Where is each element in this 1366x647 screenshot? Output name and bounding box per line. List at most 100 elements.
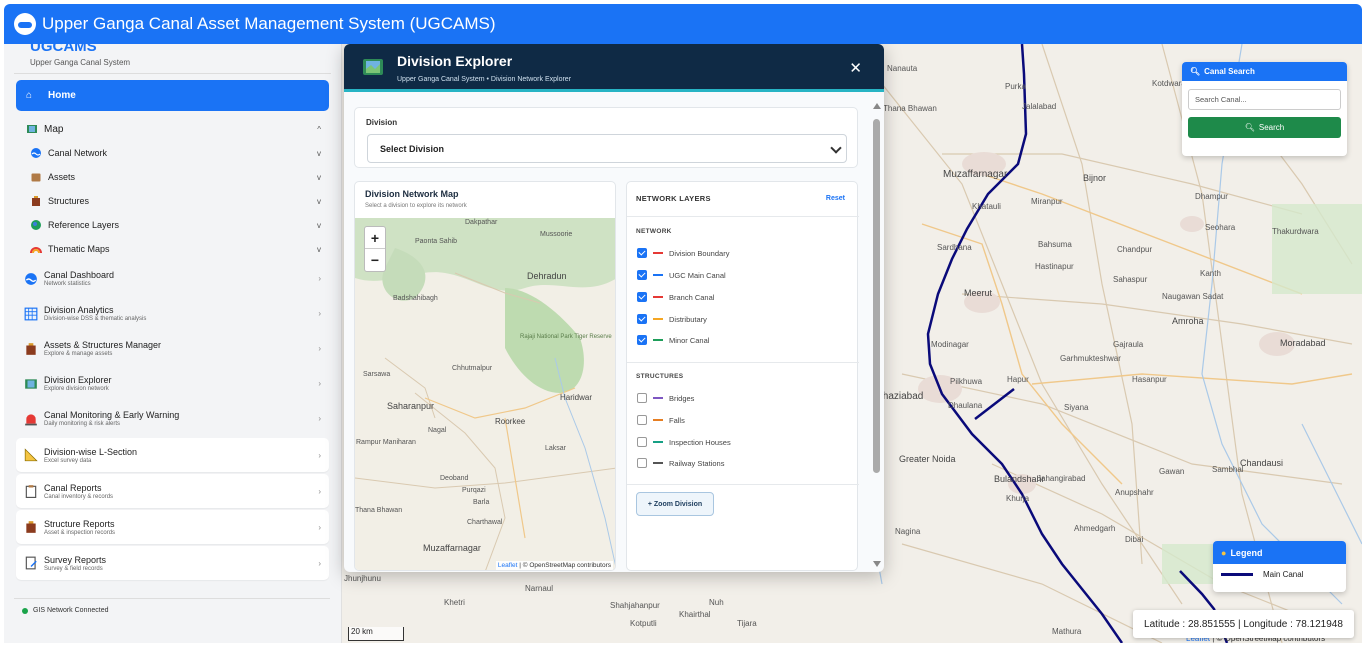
map-place-label: Sardhana — [937, 243, 972, 252]
division-select[interactable]: Select Division — [367, 134, 847, 163]
checkbox[interactable] — [637, 415, 647, 425]
checkbox[interactable] — [637, 393, 647, 403]
checkbox[interactable] — [637, 270, 647, 280]
sidebar: UGCAMS Upper Ganga Canal System ⌂ Home M… — [4, 38, 342, 643]
modal-title: Division Explorer — [397, 53, 513, 69]
layer-ugc-main-canal[interactable]: UGC Main Canal — [637, 269, 726, 281]
chevron-down-icon — [830, 142, 842, 154]
map-place-label: Garhmukteshwar — [1060, 354, 1121, 363]
nav-subtitle: Network statistics — [44, 281, 91, 287]
sidebar-item-structures[interactable]: Structures v — [16, 189, 329, 213]
checkbox[interactable] — [637, 292, 647, 302]
sidebar-item-home[interactable]: ⌂ Home — [16, 80, 329, 111]
map-place-label: Dhaulana — [948, 401, 983, 410]
grid-chart-icon — [24, 307, 38, 320]
mini-place-label: Charthawal — [467, 519, 503, 526]
layer-division-boundary[interactable]: Division Boundary — [637, 247, 729, 259]
zoom-out-button[interactable]: − — [365, 249, 385, 271]
mini-place-label: Haridwar — [560, 393, 592, 402]
close-button[interactable]: ✕ — [849, 59, 862, 77]
sidebar-item-assets-structures-manager[interactable]: Assets & Structures Manager Explore & man… — [16, 331, 329, 366]
map-place-label: Siyana — [1064, 403, 1089, 412]
sidebar-item-canal-network[interactable]: Canal Network v — [16, 141, 329, 165]
checkbox[interactable] — [637, 437, 647, 447]
map-place-label: Nagina — [895, 527, 921, 536]
mini-place-label: Chhutmalpur — [452, 365, 493, 372]
sidebar-card-canal-reports[interactable]: Canal Reports Canal inventory & records › — [16, 474, 329, 508]
sidebar-item-canal-dashboard[interactable]: Canal Dashboard Network statistics › — [16, 261, 329, 296]
map-place-label: Khatauli — [972, 202, 1001, 211]
map-place-label: Modinagar — [931, 340, 969, 349]
canal-search-input[interactable]: Search Canal... — [1188, 89, 1341, 110]
layer-falls[interactable]: Falls — [637, 414, 685, 426]
mini-place-label: Rajaji National Park Tiger Reserve — [520, 334, 612, 340]
division-mini-map[interactable]: Dakpathar Mussoorie Paonta Sahib Dehradu… — [355, 218, 615, 570]
chevron-down-icon: v — [317, 244, 321, 254]
map-place-label: Miranpur — [1031, 197, 1063, 206]
sidebar-item-reference-layers[interactable]: Reference Layers v — [16, 213, 329, 237]
checkbox[interactable] — [637, 314, 647, 324]
map-place-label: Mathura — [1052, 627, 1082, 636]
layer-label: Division Boundary — [669, 248, 730, 258]
sidebar-item-label: Reference Layers — [48, 220, 120, 230]
scroll-thumb[interactable] — [873, 119, 880, 473]
zoom-division-button[interactable]: + Zoom Division — [636, 492, 714, 516]
scroll-down-icon[interactable] — [873, 561, 881, 567]
map-place-label: Jhunjhunu — [344, 574, 381, 583]
checkbox[interactable] — [637, 458, 647, 468]
sidebar-item-division-analytics[interactable]: Division Analytics Division-wise DSS & th… — [16, 296, 329, 331]
sidebar-card-structure-reports[interactable]: Structure Reports Asset & inspection reco… — [16, 510, 329, 544]
network-layers-panel: NETWORK LAYERS Reset NETWORK Division Bo… — [626, 181, 859, 571]
layer-inspection-houses[interactable]: Inspection Houses — [637, 436, 731, 448]
chevron-up-icon: ^ — [317, 124, 321, 134]
map-place-label: Amroha — [1172, 316, 1204, 326]
mini-place-label: Purqazi — [462, 487, 486, 494]
checkbox[interactable] — [637, 248, 647, 258]
divider — [627, 484, 859, 485]
sidebar-item-label: Thematic Maps — [48, 244, 110, 254]
sidebar-item-assets[interactable]: Assets v — [16, 165, 329, 189]
map-place-label: Naugawan Sadat — [1162, 292, 1224, 301]
sidebar-section-map[interactable]: Map ^ — [16, 117, 329, 141]
sidebar-card-survey-reports[interactable]: Survey Reports Survey & field records › — [16, 546, 329, 580]
map-book-icon — [27, 125, 37, 133]
legend-item-label: Main Canal — [1263, 570, 1304, 579]
modal-body: Division Select Division Division Networ… — [344, 95, 884, 572]
sidebar-item-division-explorer[interactable]: Division Explorer Explore division networ… — [16, 366, 329, 401]
canal-search-header: 🔍︎ Canal Search — [1182, 62, 1347, 81]
checkbox[interactable] — [637, 335, 647, 345]
mini-place-label: Barla — [473, 499, 489, 506]
sidebar-item-thematic-maps[interactable]: Thematic Maps v — [16, 237, 329, 261]
layer-bridges[interactable]: Bridges — [637, 392, 694, 404]
nav-title: Canal Monitoring & Early Warning — [44, 410, 180, 420]
layer-label: Branch Canal — [669, 292, 715, 302]
map-place-label: Muzaffarnagar — [943, 169, 1008, 180]
layer-minor-canal[interactable]: Minor Canal — [637, 334, 709, 346]
document-pen-icon — [25, 556, 37, 570]
layer-branch-canal[interactable]: Branch Canal — [637, 291, 714, 303]
mini-place-label: Deoband — [440, 475, 469, 482]
layer-railway-stations[interactable]: Railway Stations — [637, 457, 724, 469]
sidebar-item-canal-monitoring[interactable]: Canal Monitoring & Early Warning Daily mo… — [16, 401, 329, 436]
attribution-text: | © OpenStreetMap contributors — [517, 562, 611, 569]
layer-distributary[interactable]: Distributary — [637, 313, 707, 325]
map-book-icon — [363, 59, 383, 75]
map-place-label: Meerut — [964, 288, 993, 298]
modal-scrollbar[interactable] — [872, 103, 881, 569]
zoom-in-button[interactable]: + — [365, 227, 385, 249]
canal-search-button[interactable]: 🔍︎ Search — [1188, 117, 1341, 138]
scroll-up-icon[interactable] — [873, 103, 881, 109]
division-network-map-card: Division Network Map Select a division t… — [354, 181, 616, 571]
sidebar-card-lsection[interactable]: Division-wise L-Section Excel survey data… — [16, 438, 329, 472]
legend-line-swatch — [1221, 573, 1253, 576]
chevron-right-icon: › — [318, 309, 321, 318]
map-card-title: Division Network Map — [365, 189, 459, 199]
mini-place-label: Saharanpur — [387, 401, 434, 411]
status-dot-icon — [22, 607, 28, 614]
leaflet-link[interactable]: Leaflet — [498, 562, 518, 569]
layer-swatch — [653, 441, 663, 443]
reset-button[interactable]: Reset — [826, 195, 845, 202]
canal-search-panel: 🔍︎ Canal Search Search Canal... 🔍︎ Searc… — [1182, 62, 1347, 156]
map-place-label: Thakurdwara — [1272, 227, 1319, 236]
map-place-label: Hastinapur — [1035, 262, 1074, 271]
